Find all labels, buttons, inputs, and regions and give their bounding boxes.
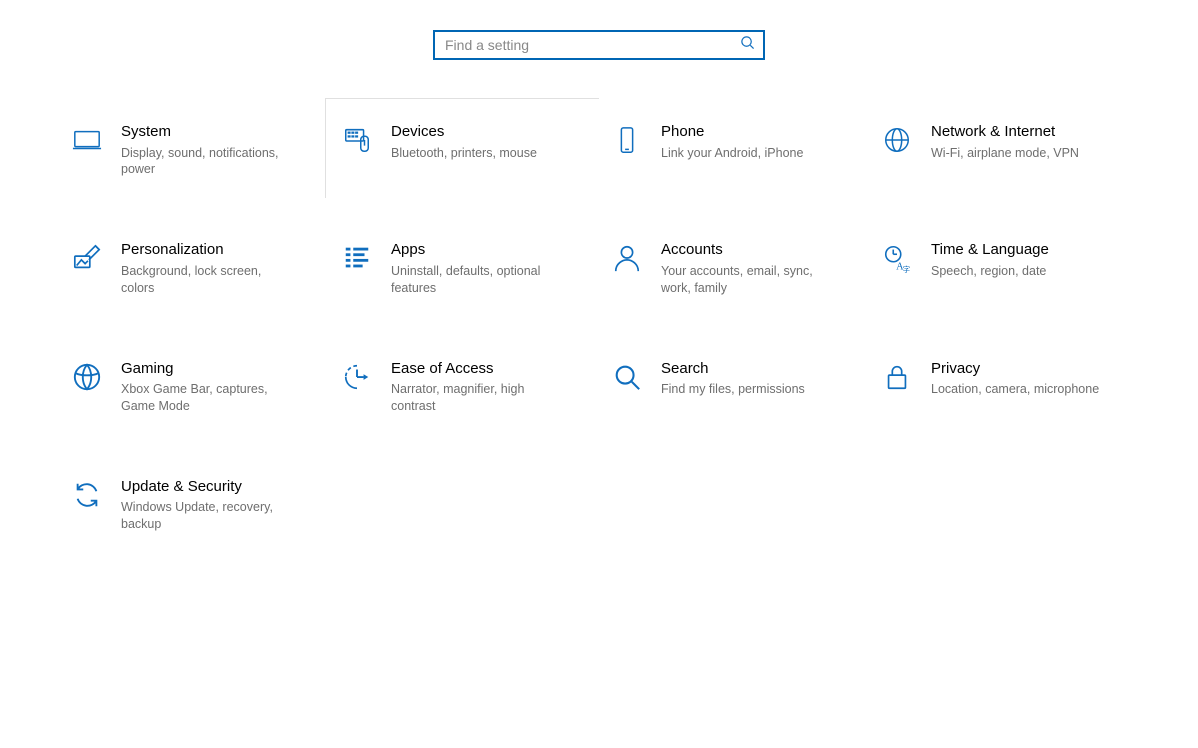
tile-title: Time & Language xyxy=(931,240,1127,260)
settings-tile-devices[interactable]: Devices Bluetooth, printers, mouse xyxy=(339,120,589,180)
svg-text:字: 字 xyxy=(903,264,911,273)
tile-title: Accounts xyxy=(661,240,857,260)
settings-tile-phone[interactable]: Phone Link your Android, iPhone xyxy=(609,120,859,180)
search-icon xyxy=(740,35,755,55)
tile-title: Search xyxy=(661,359,857,379)
privacy-icon xyxy=(881,361,913,393)
tile-title: Personalization xyxy=(121,240,317,260)
search-box[interactable] xyxy=(433,30,765,60)
settings-tile-accounts[interactable]: Accounts Your accounts, email, sync, work… xyxy=(609,238,859,298)
tile-description: Location, camera, microphone xyxy=(931,381,1101,398)
settings-tile-privacy[interactable]: Privacy Location, camera, microphone xyxy=(879,357,1129,417)
settings-tile-network[interactable]: Network & Internet Wi-Fi, airplane mode, … xyxy=(879,120,1129,180)
tile-description: Bluetooth, printers, mouse xyxy=(391,145,561,162)
tile-description: Narrator, magnifier, high contrast xyxy=(391,381,561,415)
tile-description: Display, sound, notifications, power xyxy=(121,145,291,179)
settings-tile-personalization[interactable]: Personalization Background, lock screen, … xyxy=(69,238,319,298)
tile-title: Apps xyxy=(391,240,587,260)
network-icon xyxy=(881,124,913,156)
search-bar-container xyxy=(0,0,1198,60)
settings-tile-ease[interactable]: Ease of AccessNarrator, magnifier, high … xyxy=(339,357,589,417)
tile-title: Devices xyxy=(391,122,587,142)
settings-tile-update[interactable]: Update & SecurityWindows Update, recover… xyxy=(69,475,319,535)
update-icon xyxy=(71,479,103,511)
tile-description: Background, lock screen, colors xyxy=(121,263,291,297)
tile-title: Ease of Access xyxy=(391,359,587,379)
search-input[interactable] xyxy=(443,36,740,54)
tile-title: Gaming xyxy=(121,359,317,379)
tile-description: Wi-Fi, airplane mode, VPN xyxy=(931,145,1101,162)
tile-title: Network & Internet xyxy=(931,122,1127,142)
settings-tile-search[interactable]: Search Find my files, permissions xyxy=(609,357,859,417)
devices-icon xyxy=(341,124,373,156)
system-icon xyxy=(71,124,103,156)
tile-title: Phone xyxy=(661,122,857,142)
tile-description: Your accounts, email, sync, work, family xyxy=(661,263,831,297)
apps-icon xyxy=(341,242,373,274)
settings-tile-apps[interactable]: Apps Uninstall, defaults, optional featur… xyxy=(339,238,589,298)
tile-description: Link your Android, iPhone xyxy=(661,145,831,162)
tile-description: Xbox Game Bar, captures, Game Mode xyxy=(121,381,291,415)
tile-description: Uninstall, defaults, optional features xyxy=(391,263,561,297)
tile-title: Update & Security xyxy=(121,477,317,497)
tile-title: Privacy xyxy=(931,359,1127,379)
tile-description: Find my files, permissions xyxy=(661,381,831,398)
search-icon xyxy=(611,361,643,393)
ease-icon xyxy=(341,361,373,393)
phone-icon xyxy=(611,124,643,156)
personalization-icon xyxy=(71,242,103,274)
settings-tile-system[interactable]: System Display, sound, notifications, pow… xyxy=(69,120,319,180)
tile-description: Speech, region, date xyxy=(931,263,1101,280)
settings-grid: System Display, sound, notifications, pow… xyxy=(69,60,1129,535)
settings-tile-time[interactable]: A字 Time & Language Speech, region, date xyxy=(879,238,1129,298)
gaming-icon xyxy=(71,361,103,393)
tile-description: Windows Update, recovery, backup xyxy=(121,499,291,533)
tile-title: System xyxy=(121,122,317,142)
accounts-icon xyxy=(611,242,643,274)
settings-tile-gaming[interactable]: GamingXbox Game Bar, captures, Game Mode xyxy=(69,357,319,417)
time-icon: A字 xyxy=(881,242,913,274)
